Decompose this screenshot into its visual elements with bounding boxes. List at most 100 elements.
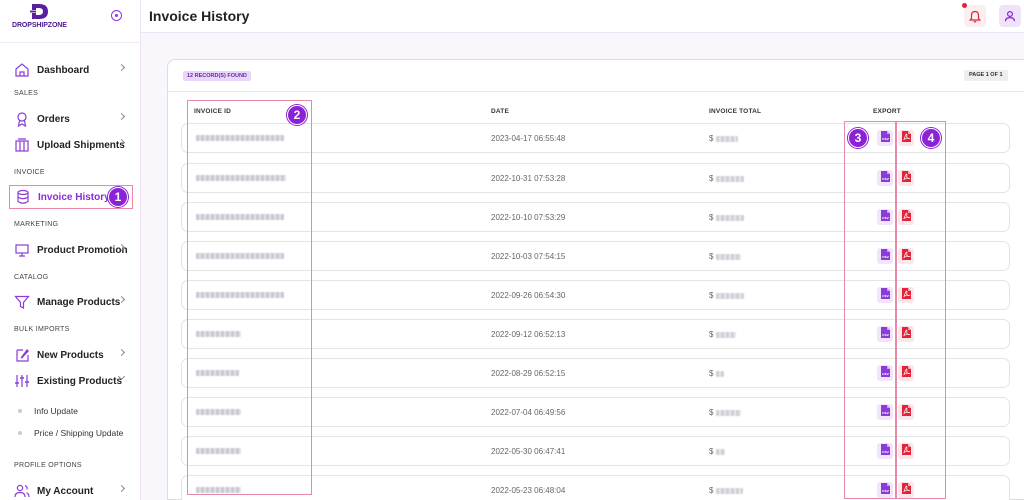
invoice-id-redacted [196,214,284,220]
notifications-button[interactable] [964,5,986,27]
currency-symbol: $ [709,330,714,339]
invoice-date: 2022-08-29 06:52:15 [491,369,566,378]
annotation-badge-4: 4 [921,128,941,148]
monitor-icon [14,242,30,258]
sidebar-item-manage-products[interactable]: Manage Products [9,290,133,314]
svg-text:CSV: CSV [882,294,889,298]
export-pdf-button[interactable] [898,287,914,303]
sidebar-item-label: Dashboard [37,64,90,76]
export-pdf-button[interactable] [898,248,914,264]
sidebar-item-my-account[interactable]: My Account [9,479,133,500]
chevron-right-icon [117,112,126,121]
sidebar-item-upload-shipments[interactable]: Upload Shipments [9,133,133,157]
invoice-total-redacted [716,409,742,416]
sidebar-item-label: Existing Products [37,375,123,387]
export-pdf-button[interactable] [898,404,914,420]
export-csv-button[interactable]: CSV [877,404,893,420]
invoice-total: $ [709,447,726,456]
csv-file-icon: CSV [880,403,890,421]
invoice-total: $ [709,291,745,300]
csv-file-icon: CSV [880,325,890,343]
sidebar-item-product-promotion[interactable]: Product Promotion [9,238,133,262]
notification-dot [962,3,967,8]
export-pdf-button[interactable] [898,482,914,498]
export-csv-button[interactable]: CSV [877,209,893,225]
svg-text:CSV: CSV [882,216,889,220]
records-count-badge: 12 RECORD(S) FOUND [183,71,251,81]
table-row: 2023-04-17 06:55:48 $ CSV [181,123,1010,153]
export-csv-button[interactable]: CSV [877,287,893,303]
sidebar-item-label: Manage Products [37,296,121,308]
annotation-badge-1: 1 [108,187,128,207]
home-icon [14,62,30,78]
invoice-id-redacted [196,370,239,376]
invoice-total: $ [709,408,742,417]
invoice-id-redacted [196,175,286,181]
pdf-file-icon [901,481,911,499]
export-csv-button[interactable]: CSV [877,170,893,186]
sidebar-item-label: Orders [37,113,70,125]
currency-symbol: $ [709,213,714,222]
top-header: Invoice History [141,0,1024,33]
sidebar-item-dashboard[interactable]: Dashboard [9,58,133,82]
export-csv-button[interactable]: CSV [877,326,893,342]
export-csv-button[interactable]: CSV [877,130,893,146]
export-pdf-button[interactable] [898,130,914,146]
bullet-dot [18,431,22,435]
award-icon [14,111,30,127]
table-row: 2022-10-10 07:53:29 $ CSV [181,202,1010,232]
svg-text:CSV: CSV [882,255,889,259]
pdf-file-icon [901,286,911,304]
pagination-indicator: PAGE 1 OF 1 [964,70,1008,81]
sidebar-subitem-price-shipping-update[interactable]: Price / Shipping Update [18,428,123,438]
invoice-date: 2022-10-31 07:53:28 [491,174,566,183]
svg-text:CSV: CSV [882,177,889,181]
export-pdf-button[interactable] [898,170,914,186]
table-row: 2022-10-31 07:53:28 $ CSV [181,163,1010,193]
bell-icon [969,10,981,23]
user-menu-button[interactable] [999,5,1021,27]
sidebar-toggle-icon[interactable] [111,10,122,21]
csv-file-icon: CSV [880,442,890,460]
section-label-marketing: MARKETING [14,221,59,228]
export-pdf-button[interactable] [898,326,914,342]
sidebar-subitem-label: Price / Shipping Update [34,428,124,438]
export-pdf-button[interactable] [898,365,914,381]
pdf-file-icon [901,208,911,226]
column-header-date: DATE [491,108,510,115]
table-row: 2022-05-30 06:47:41 $ CSV [181,436,1010,466]
invoice-total-redacted [716,135,739,142]
sidebar-divider [0,42,141,43]
export-csv-button[interactable]: CSV [877,248,893,264]
export-csv-button[interactable]: CSV [877,443,893,459]
table-row: 2022-08-29 06:52:15 $ CSV [181,358,1010,388]
pdf-file-icon [901,442,911,460]
sidebar-item-label: Invoice History [38,191,110,203]
section-label-catalog: CATALOG [14,274,49,281]
invoice-total-redacted [716,214,745,221]
currency-symbol: $ [709,486,714,495]
csv-file-icon: CSV [880,286,890,304]
sidebar-subitem-info-update[interactable]: Info Update [18,406,78,416]
sidebar-item-label: Product Promotion [37,244,128,256]
export-csv-button[interactable]: CSV [877,482,893,498]
invoice-total: $ [709,213,745,222]
pdf-file-icon [901,403,911,421]
invoice-id-redacted [196,253,284,259]
currency-symbol: $ [709,369,714,378]
sidebar-item-orders[interactable]: Orders [9,107,133,131]
sidebar-item-existing-products[interactable]: Existing Products [9,369,133,393]
table-row: 2022-05-23 06:48:04 $ CSV [181,475,1010,500]
export-pdf-button[interactable] [898,443,914,459]
app-root: DROPSHIPZONE Dashboard SALES Orders Upload … [0,0,1024,500]
section-label-profile-options: PROFILE OPTIONS [14,462,82,469]
invoice-total-redacted [716,448,726,455]
sidebar-item-new-products[interactable]: New Products [9,343,133,367]
export-csv-button[interactable]: CSV [877,365,893,381]
invoice-id-redacted [196,331,241,337]
export-pdf-button[interactable] [898,209,914,225]
csv-file-icon: CSV [880,129,890,147]
chevron-right-icon [117,63,126,72]
brand-logo[interactable]: DROPSHIPZONE [12,2,72,32]
invoice-id-redacted [196,409,241,415]
